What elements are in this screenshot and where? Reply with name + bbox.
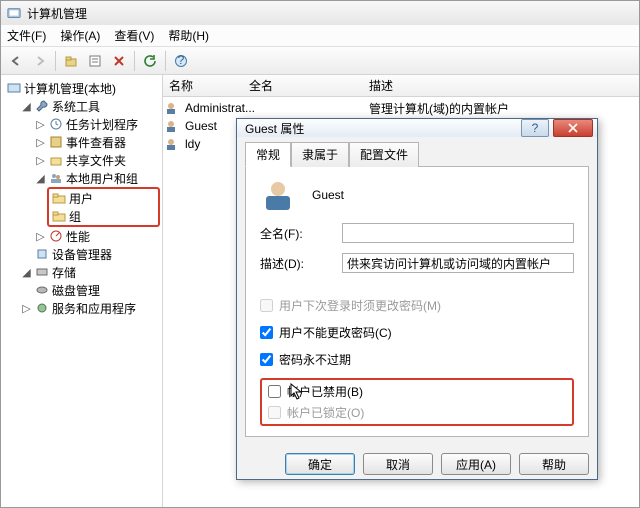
tree-system-tools[interactable]: ◢ 系统工具 [19,97,160,115]
refresh-button[interactable] [139,50,161,72]
svg-text:?: ? [178,54,185,67]
collapse-icon[interactable]: ◢ [35,172,46,185]
list-header: 名称 全名 描述 [163,75,639,97]
tree-users[interactable]: 用户 [50,189,157,207]
tree-shared-folders[interactable]: ▷共享文件夹 [33,151,160,169]
delete-button[interactable] [108,50,130,72]
disk-icon [35,283,49,297]
user-icon [163,101,179,115]
list-row[interactable]: Administrat... 管理计算机(域)的内置帐户 [163,99,639,117]
tree-event-viewer[interactable]: ▷事件查看器 [33,133,160,151]
perf-icon [49,229,63,243]
help-button[interactable]: ? [521,119,549,137]
tab-profile[interactable]: 配置文件 [349,142,419,167]
tree-storage[interactable]: ◢存储 [19,263,160,281]
users-icon [49,171,63,185]
tree-task-scheduler[interactable]: ▷任务计划程序 [33,115,160,133]
tab-strip: 常规 隶属于 配置文件 [245,141,589,166]
description-label: 描述(D): [260,255,338,272]
device-icon [35,247,49,261]
menu-help[interactable]: 帮助(H) [168,27,209,44]
collapse-icon[interactable]: ◢ [21,266,32,279]
cancel-button[interactable]: 取消 [363,453,433,475]
cursor-icon [290,383,304,401]
event-icon [49,135,63,149]
folder-icon [52,191,66,205]
menu-file[interactable]: 文件(F) [7,27,46,44]
description-input[interactable] [342,253,574,273]
fullname-input[interactable] [342,223,574,243]
toolbar: ? [1,47,639,75]
ok-button[interactable]: 确定 [285,453,355,475]
services-icon [35,301,49,315]
computer-icon [7,81,21,95]
properties-button[interactable] [84,50,106,72]
expand-icon[interactable]: ▷ [35,136,46,149]
checkbox-locked: 帐户已锁定(O) [268,404,566,421]
wrench-icon [35,99,49,113]
clock-icon [49,117,63,131]
menu-action[interactable]: 操作(A) [60,27,100,44]
col-name[interactable]: 名称 [163,77,243,94]
user-icon [163,119,179,133]
app-icon [7,6,21,20]
up-button[interactable] [60,50,82,72]
highlight-users: 用户 组 [47,187,160,227]
forward-button[interactable] [29,50,51,72]
storage-icon [35,265,49,279]
account-name: Guest [312,188,344,202]
nav-tree[interactable]: 计算机管理(本地) ◢ 系统工具 ▷任务计划程序 ▷事件查看器 [1,75,163,507]
back-button[interactable] [5,50,27,72]
col-fullname[interactable]: 全名 [243,77,363,94]
user-large-icon [260,177,296,213]
menubar: 文件(F) 操作(A) 查看(V) 帮助(H) [1,25,639,47]
expand-icon[interactable]: ▷ [35,230,46,243]
main-titlebar: 计算机管理 [1,1,639,25]
user-icon [163,137,179,151]
tree-device-manager[interactable]: 设备管理器 [33,245,160,263]
tree-disk-management[interactable]: 磁盘管理 [33,281,160,299]
guest-properties-dialog: Guest 属性 ? 常规 隶属于 配置文件 Guest 全名(F): 描述(D… [236,118,598,480]
tree-groups[interactable]: 组 [50,207,157,225]
col-description[interactable]: 描述 [363,77,639,94]
checkbox-must-change: 用户下次登录时须更改密码(M) [260,297,574,314]
menu-view[interactable]: 查看(V) [114,27,154,44]
tree-services-apps[interactable]: ▷服务和应用程序 [19,299,160,317]
expand-icon[interactable]: ▷ [35,118,46,131]
checkbox-never-expire[interactable]: 密码永不过期 [260,351,574,368]
dialog-buttons: 确定 取消 应用(A) 帮助 [237,445,597,485]
help-button[interactable]: ? [170,50,192,72]
general-panel: Guest 全名(F): 描述(D): 用户下次登录时须更改密码(M) 用户不能… [245,166,589,437]
dialog-titlebar[interactable]: Guest 属性 ? [237,119,597,137]
fullname-label: 全名(F): [260,225,338,242]
main-title-text: 计算机管理 [27,5,87,22]
folder-icon [52,209,66,223]
expand-icon[interactable]: ▷ [35,154,46,167]
tab-general[interactable]: 常规 [245,142,291,167]
tree-root[interactable]: 计算机管理(本地) [5,79,160,97]
dialog-title-text: Guest 属性 [245,120,304,137]
folder-shared-icon [49,153,63,167]
help-button[interactable]: 帮助 [519,453,589,475]
tab-memberof[interactable]: 隶属于 [291,142,349,167]
svg-text:?: ? [532,123,539,133]
apply-button[interactable]: 应用(A) [441,453,511,475]
checkbox-disabled[interactable]: 帐户已禁用(B) [268,383,566,400]
close-button[interactable] [553,119,593,137]
expand-icon[interactable]: ▷ [21,302,32,315]
tree-local-users-groups[interactable]: ◢本地用户和组 [33,169,160,187]
highlight-disabled: 帐户已禁用(B) 帐户已锁定(O) [260,378,574,426]
tree-performance[interactable]: ▷性能 [33,227,160,245]
checkbox-cannot-change[interactable]: 用户不能更改密码(C) [260,324,574,341]
collapse-icon[interactable]: ◢ [21,100,32,113]
